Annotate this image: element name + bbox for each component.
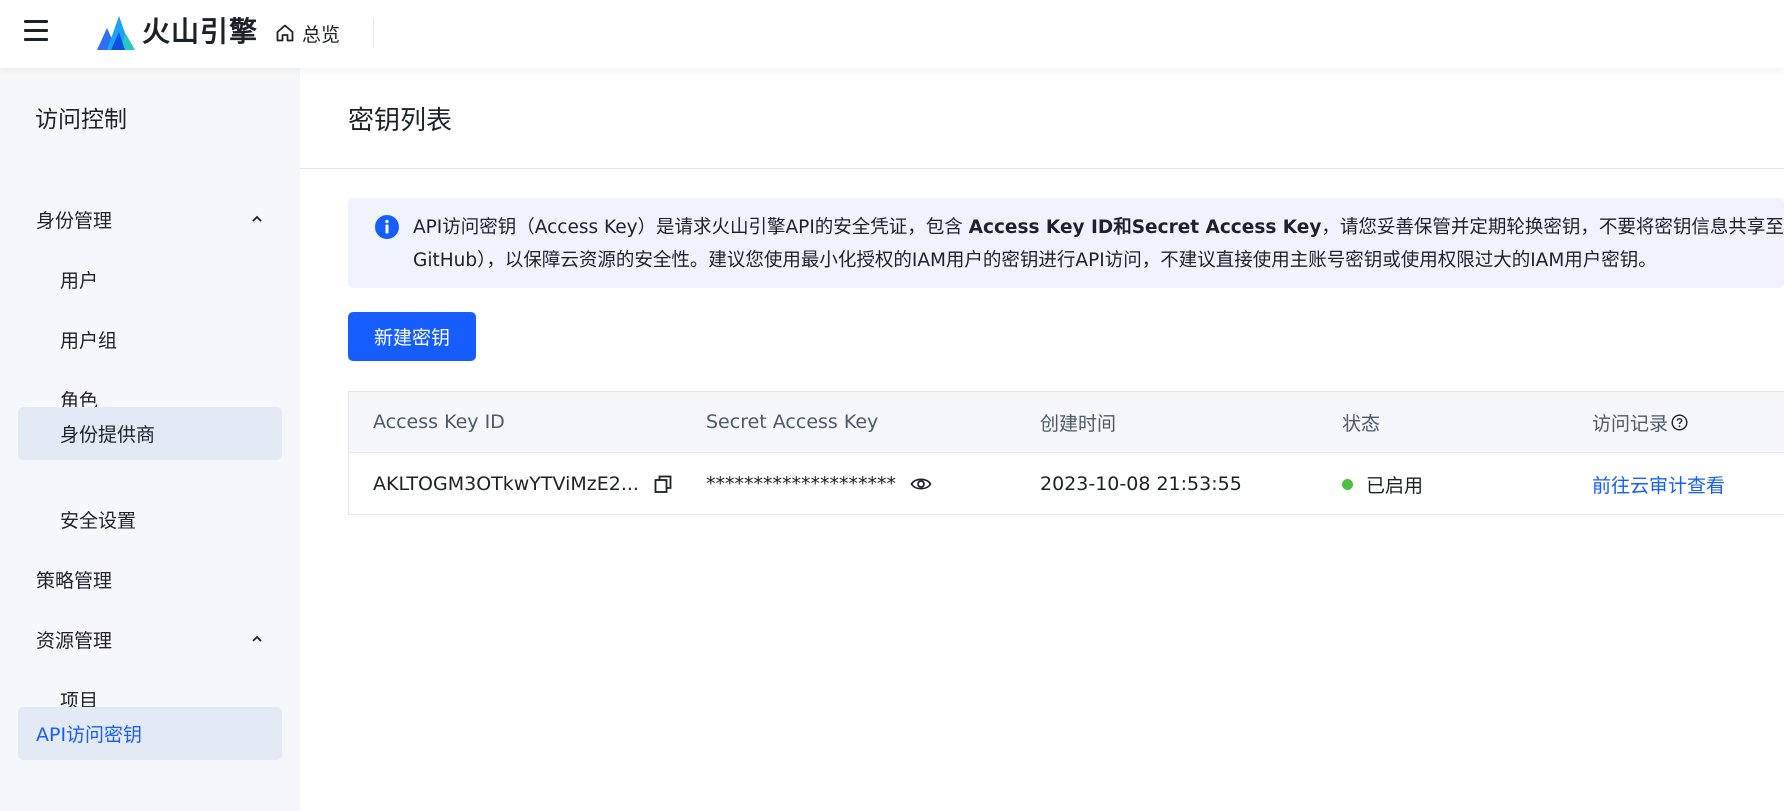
home-icon — [276, 24, 294, 42]
sidebar-item-label: 身份提供商 — [60, 424, 156, 446]
info-alert: API访问密钥（Access Key）是请求火山引擎API的安全凭证，包含 Ac… — [348, 198, 1784, 288]
column-header-access-key-id: Access Key ID — [373, 411, 505, 433]
info-icon — [375, 215, 399, 239]
sidebar-item-api-access-keys[interactable]: API访问密钥 — [18, 707, 282, 760]
status-badge: 已启用 — [1366, 474, 1424, 497]
sidebar: 访问控制 身份管理 用户 用户组 角色 身份提供商 安全设置 策略管理 资源管理… — [0, 68, 300, 811]
status-cell: 已启用 — [1342, 453, 1423, 515]
sidebar-item-users[interactable]: 用户 — [18, 253, 282, 306]
sidebar-group-resource-management[interactable]: 资源管理 — [18, 613, 282, 666]
page-title: 密钥列表 — [348, 106, 453, 136]
sidebar-item-label: 资源管理 — [36, 630, 113, 652]
access-key-table: Access Key ID Secret Access Key 创建时间 状态 … — [348, 391, 1784, 515]
sidebar-item-label: 用户 — [60, 270, 99, 292]
brand-name[interactable]: 火山引擎 — [142, 14, 258, 50]
access-key-id-cell: AKLTOGM3OTkwYTViMzE2... — [373, 453, 673, 515]
sidebar-item-user-groups[interactable]: 用户组 — [18, 313, 282, 366]
volcengine-logo-icon[interactable] — [95, 14, 135, 50]
alert-text: API访问密钥（Access Key）是请求火山引擎API的安全凭证，包含 Ac… — [413, 217, 1784, 271]
column-header-created-time: 创建时间 — [1040, 412, 1117, 435]
secret-masked-value: ******************** — [706, 473, 896, 495]
sidebar-item-label: 策略管理 — [36, 570, 113, 592]
access-key-id-value: AKLTOGM3OTkwYTViMzE2... — [373, 473, 639, 495]
sidebar-item-security-settings[interactable]: 安全设置 — [18, 493, 282, 546]
menu-icon[interactable] — [24, 18, 50, 42]
access-record-cell: 前往云审计查看 — [1592, 453, 1725, 515]
sidebar-item-label: 身份管理 — [36, 210, 113, 232]
top-navbar: 火山引擎 总览 — [0, 0, 1784, 68]
help-icon[interactable] — [1671, 413, 1688, 431]
column-header-access-record: 访问记录 — [1592, 392, 1688, 452]
created-time-cell: 2023-10-08 21:53:55 — [1040, 473, 1242, 495]
header-divider — [373, 18, 374, 48]
chevron-up-icon — [252, 635, 262, 642]
column-header-secret-access-key: Secret Access Key — [706, 411, 879, 433]
sidebar-item-label: API访问密钥 — [36, 724, 143, 746]
sidebar-group-identity[interactable]: 身份管理 — [18, 193, 282, 246]
new-key-button[interactable]: 新建密钥 — [348, 312, 476, 361]
column-header-status: 状态 — [1342, 412, 1381, 435]
chevron-up-icon — [252, 215, 262, 222]
eye-icon[interactable] — [910, 476, 932, 492]
overview-label: 总览 — [302, 23, 341, 46]
sidebar-item-label: 安全设置 — [60, 510, 137, 532]
sidebar-item-policy-management[interactable]: 策略管理 — [18, 553, 282, 606]
table-header: Access Key ID Secret Access Key 创建时间 状态 … — [349, 392, 1784, 453]
sidebar-title: 访问控制 — [35, 107, 127, 133]
title-divider — [300, 168, 1784, 169]
sidebar-item-identity-providers[interactable]: 身份提供商 — [18, 407, 282, 460]
overview-link[interactable]: 总览 — [275, 18, 340, 48]
view-cloud-audit-link[interactable]: 前往云审计查看 — [1592, 471, 1725, 498]
sidebar-item-label: 用户组 — [60, 330, 118, 352]
status-dot-icon — [1342, 478, 1353, 490]
copy-icon[interactable] — [653, 474, 673, 494]
secret-access-key-cell: ******************** — [706, 453, 932, 515]
table-row: AKLTOGM3OTkwYTViMzE2... ****************… — [349, 453, 1784, 515]
